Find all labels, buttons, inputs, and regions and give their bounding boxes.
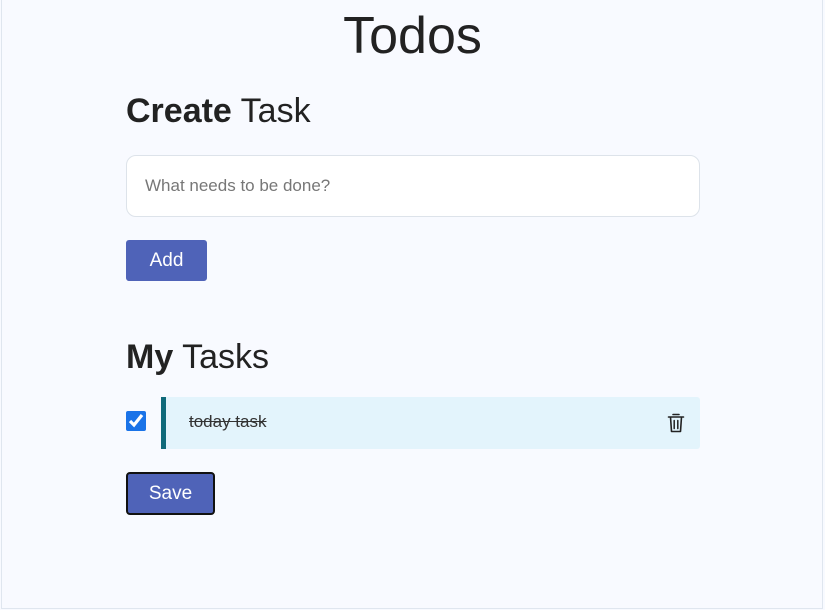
task-item: today task (126, 397, 700, 449)
page-title: Todos (343, 7, 482, 65)
app-frame (1, 0, 823, 609)
save-button[interactable]: Save (126, 472, 215, 515)
add-button[interactable]: Add (126, 240, 207, 281)
task-complete-checkbox[interactable] (126, 411, 146, 431)
create-task-heading: Create Task (126, 92, 311, 131)
my-heading-bold: My (126, 338, 174, 376)
task-card: today task (161, 397, 700, 449)
task-text: today task (189, 412, 267, 431)
create-heading-bold: Create (126, 92, 232, 130)
my-tasks-heading: My Tasks (126, 338, 269, 377)
create-heading-rest: Task (231, 92, 311, 130)
new-task-input[interactable] (126, 155, 700, 217)
trash-icon[interactable] (667, 413, 685, 433)
my-heading-rest: Tasks (173, 338, 269, 376)
